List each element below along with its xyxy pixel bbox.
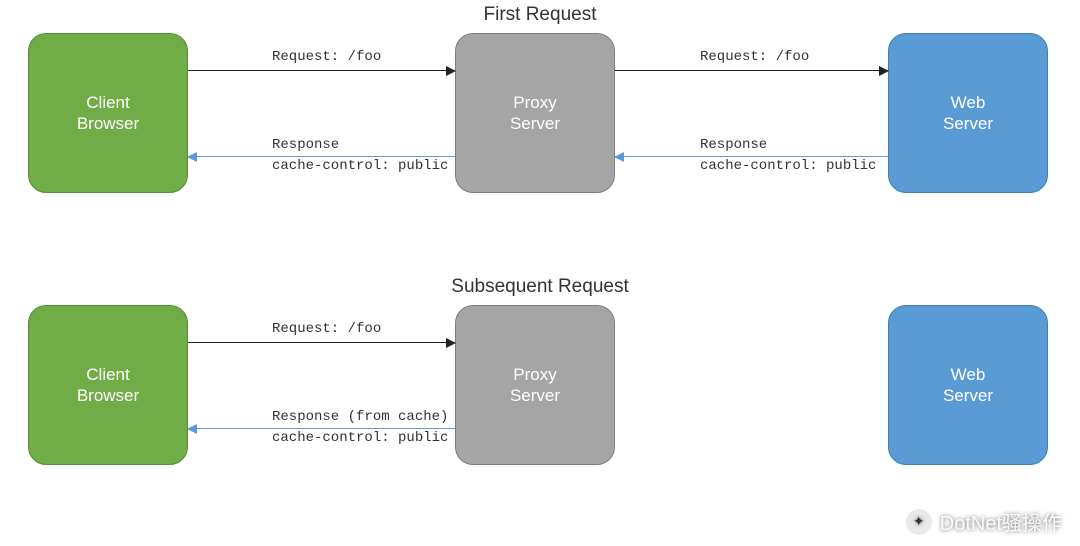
node-client-1-line1: Client: [86, 92, 129, 113]
node-web-1: Web Server: [888, 33, 1048, 193]
node-proxy-2-line2: Server: [510, 385, 560, 406]
node-client-2-line1: Client: [86, 364, 129, 385]
node-client-2-line2: Browser: [77, 385, 139, 406]
arrow-resp-proxy-client-1: [188, 156, 455, 157]
node-web-2-line1: Web: [951, 364, 986, 385]
label-resp-proxy-client-1b: cache-control: public: [272, 158, 448, 174]
node-client-1-line2: Browser: [77, 113, 139, 134]
title-first-request: First Request: [440, 4, 640, 26]
arrow-req-proxy-web-1: [615, 70, 888, 71]
node-web-1-line1: Web: [951, 92, 986, 113]
node-proxy-1: Proxy Server: [455, 33, 615, 193]
node-client-2: Client Browser: [28, 305, 188, 465]
label-req-client-proxy-2: Request: /foo: [272, 321, 381, 337]
node-web-2-line2: Server: [943, 385, 993, 406]
label-req-client-proxy-1: Request: /foo: [272, 49, 381, 65]
wechat-icon: ✦: [906, 509, 932, 535]
arrow-req-client-proxy-2: [188, 342, 455, 343]
node-proxy-1-line2: Server: [510, 113, 560, 134]
title-subsequent-request: Subsequent Request: [440, 276, 640, 298]
node-web-2: Web Server: [888, 305, 1048, 465]
node-proxy-2-line1: Proxy: [513, 364, 556, 385]
label-resp-proxy-client-2b: cache-control: public: [272, 430, 448, 446]
label-resp-proxy-client-1a: Response: [272, 137, 339, 153]
arrow-req-client-proxy-1: [188, 70, 455, 71]
watermark: ✦ DotNet骚操作: [906, 507, 1062, 536]
label-req-proxy-web-1: Request: /foo: [700, 49, 809, 65]
arrow-resp-web-proxy-1: [615, 156, 888, 157]
label-resp-web-proxy-1b: cache-control: public: [700, 158, 876, 174]
node-proxy-2: Proxy Server: [455, 305, 615, 465]
watermark-text: DotNet骚操作: [940, 507, 1062, 536]
node-proxy-1-line1: Proxy: [513, 92, 556, 113]
label-resp-proxy-client-2a: Response (from cache): [272, 409, 448, 425]
arrow-resp-proxy-client-2: [188, 428, 455, 429]
label-resp-web-proxy-1a: Response: [700, 137, 767, 153]
node-web-1-line2: Server: [943, 113, 993, 134]
node-client-1: Client Browser: [28, 33, 188, 193]
